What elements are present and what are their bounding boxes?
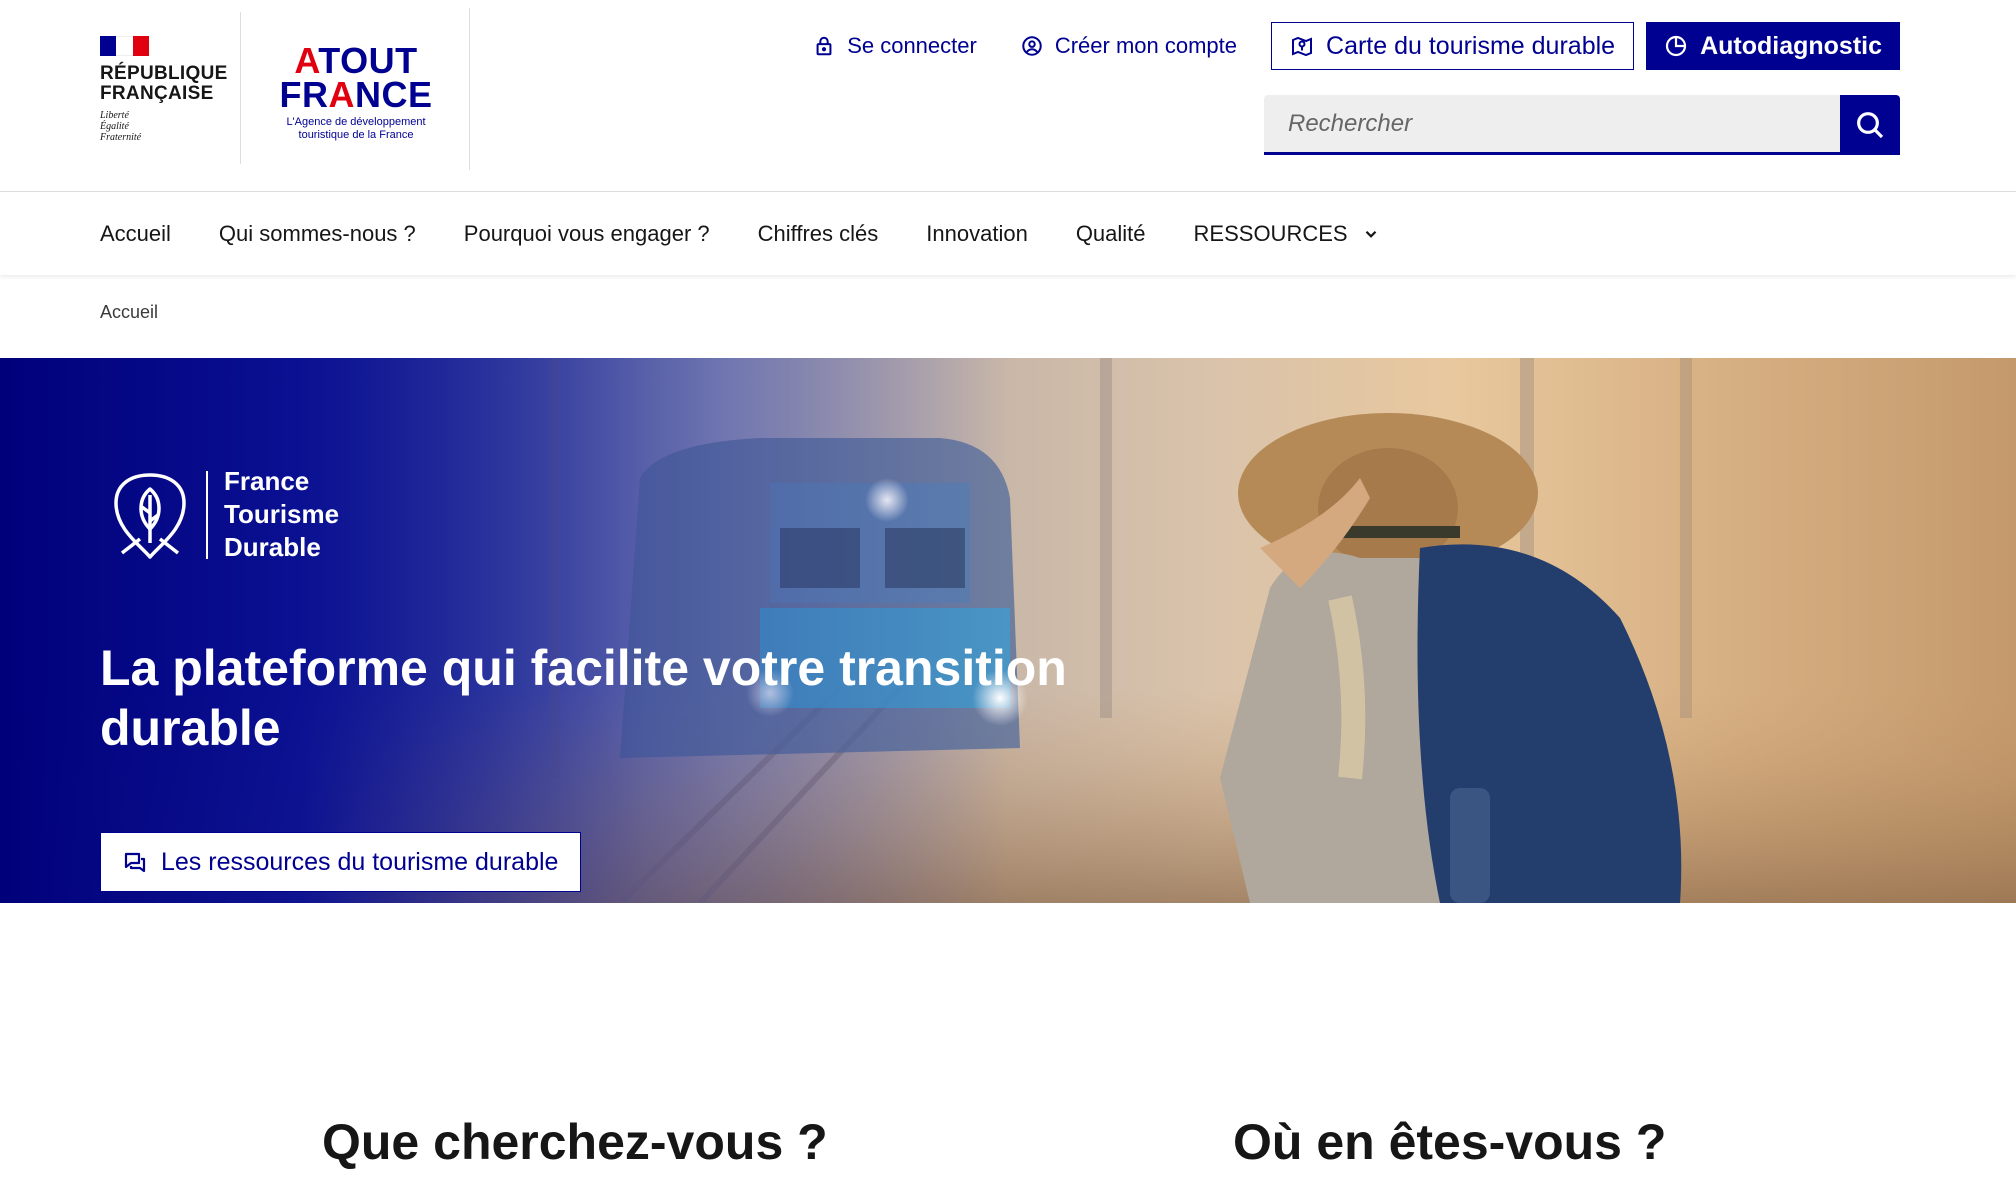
map-button-label: Carte du tourisme durable [1326,31,1616,60]
main-navigation: Accueil Qui sommes-nous ? Pourquoi vous … [0,193,2016,275]
lock-icon [816,36,832,56]
sustainable-tourism-map-button[interactable]: Carte du tourisme durable [1271,22,1635,70]
search-input[interactable] [1264,95,1840,155]
create-account-label: Créer mon compte [1054,33,1238,58]
hero-banner: France Tourisme Durable La plateforme qu… [0,358,2016,903]
login-label: Se connecter [847,33,977,58]
search-icon [1857,112,1884,139]
atout-france-logo[interactable]: ATOUT FRANCE L'Agence de développement t… [276,40,436,142]
nav-item-pourquoi-vous-engager[interactable]: Pourquoi vous engager ? [464,221,710,247]
republique-francaise-logo[interactable]: RÉPUBLIQUE FRANÇAISE Liberté Égalité Fra… [100,36,230,143]
what-are-you-looking-for-heading: Que cherchez-vous ? [322,1114,828,1170]
map-pin-icon [1292,36,1313,57]
nav-item-accueil[interactable]: Accueil [100,221,171,247]
login-link[interactable]: Se connecter [791,22,999,70]
autodiagnostic-button[interactable]: Autodiagnostic [1646,22,1900,70]
search-button[interactable] [1840,95,1900,155]
user-circle-icon [1022,36,1042,56]
header-tools: Se connecter Créer mon compte Carte du t… [791,22,1900,70]
nav-item-ressources[interactable]: RESSOURCES [1194,221,1380,247]
leaf-heart-logo-icon [114,472,186,559]
header-divider [469,8,470,170]
hero-title: La plateforme qui facilite votre transit… [100,640,1067,756]
nav-item-innovation[interactable]: Innovation [926,221,1028,247]
create-account-link[interactable]: Créer mon compte [999,22,1259,70]
brand-divider [206,470,208,559]
chat-bubbles-icon [124,852,146,873]
republique-title: RÉPUBLIQUE FRANÇAISE [100,63,228,104]
pie-chart-icon [1665,35,1687,57]
search-bar [1264,95,1900,155]
brand-name: France Tourisme Durable [224,466,340,562]
atout-france-tagline: L'Agence de développement touristique de… [286,116,426,141]
where-are-you-heading: Où en êtes-vous ? [1233,1114,1667,1170]
sustainable-resources-button[interactable]: Les ressources du tourisme durable [100,832,582,892]
chevron-down-icon [1365,230,1376,238]
atout-france-wordmark: ATOUT FRANCE [279,40,433,115]
header-divider [240,12,241,164]
autodiagnostic-label: Autodiagnostic [1700,31,1882,60]
site-header: RÉPUBLIQUE FRANÇAISE Liberté Égalité Fra… [0,0,2016,192]
breadcrumb-current: Accueil [100,302,159,322]
french-flag-icon [100,36,149,56]
breadcrumb: Accueil [100,302,158,323]
hero-background-photo [0,358,2016,903]
republique-motto: Liberté Égalité Fraternité [100,110,142,143]
nav-item-qualite[interactable]: Qualité [1076,221,1146,247]
nav-item-qui-sommes-nous[interactable]: Qui sommes-nous ? [219,221,416,247]
france-tourisme-durable-logo: France Tourisme Durable [110,465,339,564]
sustainable-resources-label: Les ressources du tourisme durable [161,847,559,876]
nav-item-chiffres-cles[interactable]: Chiffres clés [758,221,879,247]
